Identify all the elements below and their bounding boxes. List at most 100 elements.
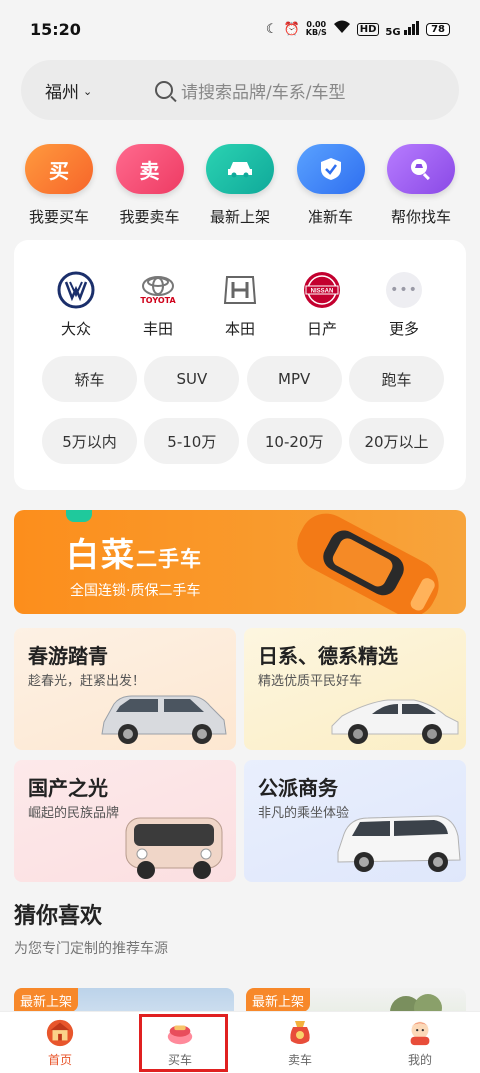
search-placeholder: 请搜索品牌/车系/车型 [181, 82, 346, 103]
quick-entry-label: 最新上架 [209, 208, 270, 226]
category-title: 日系、德系精选 [258, 644, 398, 668]
net-speed-unit: KB/S [305, 28, 327, 37]
quick-entry-label: 我要卖车 [119, 208, 180, 226]
toyota-logo-icon: TOYOTA [138, 270, 178, 310]
honda-logo-icon [220, 270, 260, 310]
banner-title: 白菜二手车 [66, 528, 202, 576]
brand-more[interactable]: ••• 更多 [364, 270, 444, 339]
moon-icon: ☾ [265, 21, 278, 37]
brand-toyota[interactable]: TOYOTA 丰田 [118, 270, 198, 339]
home-icon [45, 1017, 75, 1047]
new-listing-badge: 最新上架 [14, 988, 79, 1012]
suv-car-image [101, 695, 227, 744]
hd-icon: HD [356, 22, 380, 36]
nissan-logo-icon: NISSAN [302, 270, 342, 310]
sedan-car-image [331, 699, 459, 744]
chip-price-10-20[interactable]: 10-20万 [246, 418, 342, 464]
category-domestic[interactable]: 国产之光 崛起的民族品牌 [14, 760, 236, 882]
shield-icon [296, 144, 365, 194]
brand-row: 大众 TOYOTA 丰田 本田 NISSAN 日产 ••• 更多 [36, 270, 444, 339]
more-icon: ••• [384, 270, 424, 310]
tab-label: 买车 [167, 1053, 192, 1067]
tab-mine[interactable]: 我的 [360, 1012, 480, 1073]
banner-accent [66, 510, 92, 522]
brand-label: 更多 [388, 320, 419, 338]
recommend-subtitle: 为您专门定制的推荐车源 [14, 941, 168, 957]
sell-icon: 卖 [115, 144, 184, 194]
brand-volkswagen[interactable]: 大众 [36, 270, 116, 339]
bottom-tab-bar: 首页 买车 卖车 我的 [0, 1011, 480, 1073]
status-time: 15:20 [30, 19, 81, 39]
wifi-icon [333, 20, 351, 38]
alarm-icon: ⏰ [283, 21, 300, 37]
chip-price-5-10[interactable]: 5-10万 [144, 418, 240, 464]
category-title: 公派商务 [258, 776, 338, 800]
quick-entry-near-new[interactable]: 准新车 [288, 144, 374, 227]
chip-sports[interactable]: 跑车 [348, 356, 444, 402]
mpv-car-image [337, 815, 461, 872]
money-bag-icon [285, 1017, 315, 1047]
price-range-row: 5万以内 5-10万 10-20万 20万以上 [42, 418, 444, 464]
quick-entry-sell[interactable]: 卖 我要卖车 [107, 144, 193, 227]
signal-label: 5G [385, 26, 401, 38]
battery-icon: 78 [426, 22, 450, 36]
car-icon [206, 144, 274, 194]
brand-filter-card: 大众 TOYOTA 丰田 本田 NISSAN 日产 ••• 更多 轿车 SUV … [14, 240, 466, 490]
net-speed: 0.00 KB/S [306, 21, 327, 37]
tab-label: 卖车 [287, 1053, 312, 1067]
brand-label: 日产 [306, 320, 337, 338]
category-japanese-german[interactable]: 日系、德系精选 精选优质平民好车 [244, 628, 466, 750]
brand-label: 丰田 [142, 320, 173, 338]
chevron-down-icon: ⌄ [83, 84, 93, 98]
brand-nissan[interactable]: NISSAN 日产 [282, 270, 362, 339]
status-icons: ☾ ⏰ 0.00 KB/S HD 5G 78 [266, 20, 450, 38]
chip-mpv[interactable]: MPV [246, 356, 342, 402]
category-title: 春游踏青 [28, 644, 108, 668]
quick-entry-label: 我要买车 [28, 208, 89, 226]
quick-entry-row: 买 我要买车 卖 我要卖车 最新上架 准新车 帮你找车 [16, 144, 464, 227]
banner-title-suffix: 二手车 [136, 547, 202, 571]
buy-icon-text: 买 [49, 158, 69, 183]
city-label: 福州 [45, 82, 79, 103]
quick-entry-label: 帮你找车 [390, 208, 451, 226]
banner-title-main: 白菜 [66, 535, 136, 574]
category-title: 国产之光 [28, 776, 108, 800]
chip-price-under-5[interactable]: 5万以内 [42, 418, 137, 464]
new-listing-badge: 最新上架 [246, 988, 311, 1012]
category-spring-outing[interactable]: 春游踏青 趁春光，赶紧出发！ [14, 628, 236, 750]
search-icon [155, 81, 173, 99]
find-car-icon [387, 144, 455, 194]
recommend-title: 猜你喜欢 [14, 904, 103, 929]
tab-buy-car[interactable]: 买车 [120, 1012, 240, 1073]
quick-entry-buy[interactable]: 买 我要买车 [16, 144, 102, 227]
banner-car-image [297, 513, 439, 614]
brand-label: 本田 [224, 320, 255, 338]
city-selector[interactable]: 福州 ⌄ [21, 78, 131, 103]
brand-label: 大众 [60, 320, 91, 338]
promo-banner[interactable]: 白菜二手车 全国连锁·质保二手车 [14, 510, 466, 614]
body-type-row: 轿车 SUV MPV 跑车 [42, 356, 444, 402]
tab-label: 首页 [47, 1053, 72, 1067]
category-subtitle: 崛起的民族品牌 [28, 806, 120, 821]
tab-sell-car[interactable]: 卖车 [240, 1012, 360, 1073]
nissan-wordmark: NISSAN [311, 289, 334, 295]
buy-car-icon [165, 1017, 195, 1047]
search-input[interactable]: 请搜索品牌/车系/车型 [131, 78, 459, 103]
buy-icon: 买 [25, 144, 93, 194]
toyota-wordmark: TOYOTA [140, 295, 176, 305]
quick-entry-new-listing[interactable]: 最新上架 [197, 144, 283, 227]
quick-entry-label: 准新车 [307, 208, 353, 226]
quick-entry-find-car[interactable]: 帮你找车 [378, 144, 464, 227]
brand-honda[interactable]: 本田 [200, 270, 280, 339]
sell-icon-text: 卖 [139, 158, 160, 183]
tab-home[interactable]: 首页 [0, 1012, 120, 1073]
category-subtitle: 精选优质平民好车 [258, 674, 363, 689]
tab-label: 我的 [407, 1053, 432, 1067]
chip-price-over-20[interactable]: 20万以上 [348, 418, 444, 464]
banner-subtitle: 全国连锁·质保二手车 [70, 583, 201, 599]
category-business[interactable]: 公派商务 非凡的乘坐体验 [244, 760, 466, 882]
chip-sedan[interactable]: 轿车 [42, 356, 137, 402]
more-dots: ••• [386, 272, 422, 308]
status-bar: 15:20 ☾ ⏰ 0.00 KB/S HD 5G 78 [0, 0, 480, 58]
chip-suv[interactable]: SUV [144, 356, 240, 402]
